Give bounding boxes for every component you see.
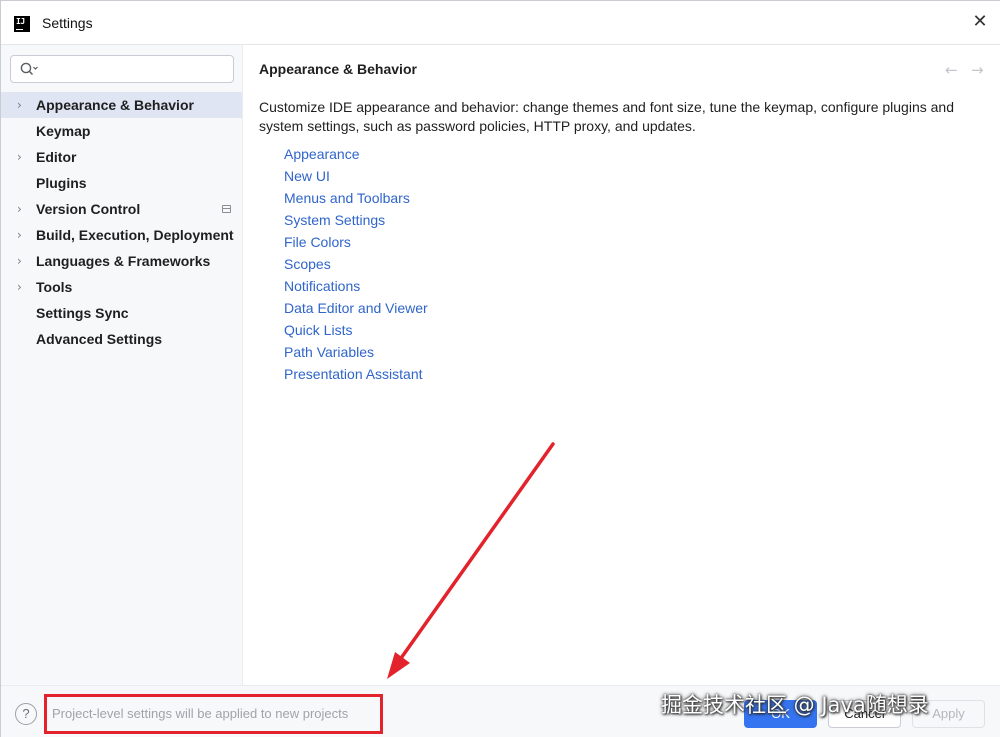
sidebar-item-label: Settings Sync [36, 305, 129, 321]
sidebar-item-plugins[interactable]: Plugins [1, 170, 242, 196]
sidebar-item-editor[interactable]: › Editor [1, 144, 242, 170]
sidebar-item-appearance-behavior[interactable]: › Appearance & Behavior [1, 92, 242, 118]
link-menus-toolbars[interactable]: Menus and Toolbars [284, 189, 428, 211]
chevron-right-icon[interactable]: › [17, 144, 29, 170]
link-scopes[interactable]: Scopes [284, 255, 428, 277]
page-description: Customize IDE appearance and behavior: c… [259, 99, 954, 134]
sidebar-item-build-execution-deployment[interactable]: › Build, Execution, Deployment [1, 222, 242, 248]
chevron-right-icon[interactable]: › [17, 274, 29, 300]
sidebar-item-label: Plugins [36, 175, 87, 191]
app-logo-text: IJ [16, 17, 25, 26]
link-quick-lists[interactable]: Quick Lists [284, 321, 428, 343]
subpage-links: Appearance New UI Menus and Toolbars Sys… [284, 145, 428, 387]
sidebar-item-label: Appearance & Behavior [36, 97, 194, 113]
link-system-settings[interactable]: System Settings [284, 211, 428, 233]
link-appearance[interactable]: Appearance [284, 145, 428, 167]
window-title: Settings [42, 15, 93, 31]
sidebar-item-label: Build, Execution, Deployment [36, 227, 234, 243]
link-notifications[interactable]: Notifications [284, 277, 428, 299]
settings-content: Appearance & Behavior ← → Customize IDE … [243, 45, 1000, 685]
close-icon[interactable]: ✕ [969, 11, 991, 33]
sidebar-item-label: Advanced Settings [36, 331, 163, 347]
forward-arrow-icon[interactable]: → [971, 61, 984, 79]
sidebar-item-keymap[interactable]: Keymap [1, 118, 242, 144]
link-new-ui[interactable]: New UI [284, 167, 428, 189]
sidebar-item-label: Keymap [36, 123, 91, 139]
page-title: Appearance & Behavior [259, 61, 417, 77]
chevron-right-icon[interactable]: › [17, 92, 29, 118]
sidebar-item-label: Version Control [36, 201, 141, 217]
sidebar-item-version-control[interactable]: › Version Control [1, 196, 242, 222]
sidebar-item-label: Editor [36, 149, 77, 165]
sidebar-item-label: Languages & Frameworks [36, 253, 211, 269]
chevron-right-icon[interactable]: › [17, 222, 29, 248]
intellij-logo-icon: IJ [14, 16, 30, 32]
settings-sidebar: › Appearance & Behavior Keymap › Editor … [1, 45, 243, 685]
project-icon [222, 205, 231, 213]
settings-tree: › Appearance & Behavior Keymap › Editor … [1, 92, 242, 352]
settings-dialog: IJ Settings ✕ › Appearance & Behavior Ke… [0, 0, 1000, 737]
sidebar-item-languages-frameworks[interactable]: › Languages & Frameworks [1, 248, 242, 274]
link-path-variables[interactable]: Path Variables [284, 343, 428, 365]
chevron-right-icon[interactable]: › [17, 248, 29, 274]
back-arrow-icon[interactable]: ← [945, 61, 958, 79]
annotation-highlight-box [44, 694, 383, 734]
title-bar: IJ Settings ✕ [1, 1, 1000, 45]
watermark-text: 掘金技术社区 @ Java随想录 [661, 693, 929, 717]
help-icon[interactable]: ? [15, 703, 37, 725]
link-presentation-assistant[interactable]: Presentation Assistant [284, 365, 428, 387]
link-data-editor-viewer[interactable]: Data Editor and Viewer [284, 299, 428, 321]
chevron-right-icon[interactable]: › [17, 196, 29, 222]
link-file-colors[interactable]: File Colors [284, 233, 428, 255]
sidebar-item-advanced-settings[interactable]: Advanced Settings [1, 326, 242, 352]
sidebar-item-tools[interactable]: › Tools [1, 274, 242, 300]
search-input[interactable] [10, 55, 234, 83]
sidebar-item-label: Tools [36, 279, 73, 295]
sidebar-item-settings-sync[interactable]: Settings Sync [1, 300, 242, 326]
search-icon [20, 62, 38, 76]
